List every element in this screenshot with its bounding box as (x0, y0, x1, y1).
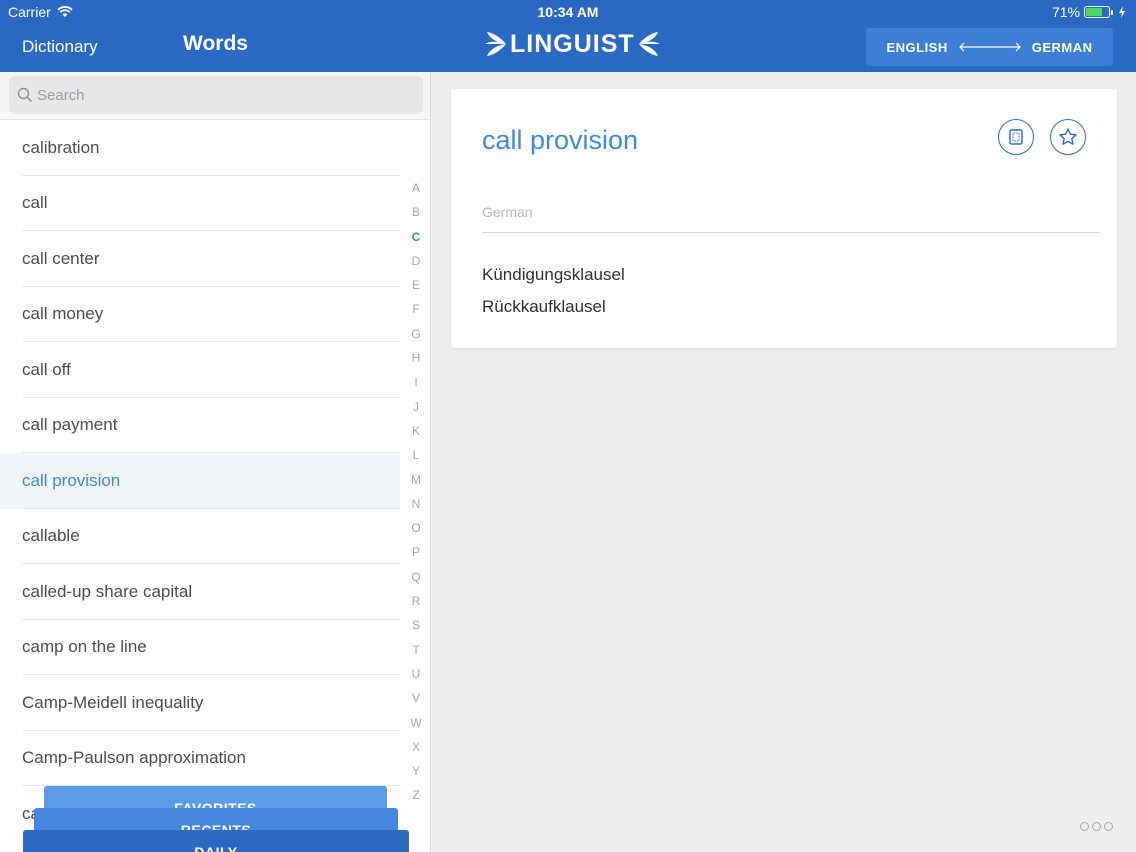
word-item[interactable]: called-up share capital (0, 564, 400, 620)
index-letter[interactable]: O (405, 516, 427, 540)
flashcard-icon (1009, 129, 1023, 145)
favorite-button[interactable] (1050, 119, 1086, 155)
index-letter[interactable]: Z (405, 783, 427, 807)
status-bar: Carrier 10:34 AM 71% (0, 0, 1136, 24)
app-header: Carrier 10:34 AM 71% Dictionary Words LI… (0, 0, 1136, 72)
flashcard-button[interactable] (998, 119, 1034, 155)
page-title: Words (183, 32, 248, 55)
tab-daily[interactable]: DAILY (23, 830, 409, 852)
word-item[interactable]: call payment (0, 398, 400, 454)
index-letter[interactable]: J (405, 395, 427, 419)
index-letter[interactable]: K (405, 419, 427, 443)
index-letter[interactable]: E (405, 273, 427, 297)
index-letter[interactable]: S (405, 613, 427, 637)
more-dot (1092, 822, 1101, 831)
target-language: GERMAN (1031, 39, 1093, 55)
translation-item: Kündigungsklausel (482, 265, 625, 284)
translation-item: Rückkaufklausel (482, 297, 606, 316)
word-item-selected[interactable]: call provision (0, 453, 400, 509)
word-item[interactable]: call money (0, 287, 400, 343)
leaf-left-icon (485, 32, 506, 56)
index-letter[interactable]: W (405, 711, 427, 735)
battery-icon (1084, 6, 1113, 18)
index-letter-active[interactable]: C (405, 225, 427, 249)
index-letter[interactable]: U (405, 662, 427, 686)
linguist-logo: LINGUIST (484, 26, 661, 62)
dictionary-button[interactable]: Dictionary (22, 37, 98, 57)
battery-percent: 71% (1051, 4, 1080, 20)
index-letter[interactable]: H (405, 346, 427, 370)
index-letter[interactable]: I (405, 370, 427, 394)
index-letter[interactable]: R (405, 589, 427, 613)
index-letter[interactable]: D (405, 249, 427, 273)
search-box[interactable] (9, 76, 423, 114)
language-switch-button[interactable]: ENGLISH GERMAN (866, 28, 1113, 66)
index-letter[interactable]: P (405, 540, 427, 564)
more-icon[interactable] (1080, 822, 1113, 831)
leaf-right-icon (638, 32, 660, 56)
index-letter[interactable]: Y (405, 759, 427, 783)
charging-icon (1119, 6, 1125, 18)
word-item[interactable]: Camp-Meidell inequality (0, 675, 400, 731)
more-dot (1104, 822, 1113, 831)
index-letter[interactable]: X (405, 735, 427, 759)
word-list-panel: calibration call call center call money … (0, 72, 431, 852)
index-letter[interactable]: N (405, 492, 427, 516)
word-detail-card: call provision German Kündigungsklausel … (451, 89, 1117, 348)
word-item[interactable]: camp on the line (0, 620, 400, 676)
index-letter[interactable]: G (405, 322, 427, 346)
index-letter[interactable]: M (405, 468, 427, 492)
word-item[interactable]: call off (0, 342, 400, 398)
source-language: ENGLISH (886, 39, 948, 55)
translation-language-label: German (482, 204, 533, 220)
search-bar (0, 72, 430, 120)
battery-status: 71% (1052, 4, 1126, 20)
word-item[interactable]: call center (0, 231, 400, 287)
index-letter[interactable]: V (405, 686, 427, 710)
logo-text: LINGUIST (510, 29, 635, 58)
index-letter[interactable]: Q (405, 565, 427, 589)
word-item[interactable]: Camp-Paulson approximation (0, 731, 400, 787)
divider (482, 232, 1100, 233)
word-item[interactable]: callable (0, 509, 400, 565)
status-time: 10:34 AM (537, 4, 599, 20)
entry-title: call provision (482, 125, 639, 155)
word-item[interactable]: calibration (0, 120, 400, 176)
star-icon (1059, 128, 1077, 145)
search-icon (17, 87, 33, 103)
index-letter[interactable]: T (405, 638, 427, 662)
word-item[interactable]: call (0, 176, 400, 232)
search-input[interactable] (37, 86, 397, 104)
index-letter[interactable]: A (405, 176, 427, 200)
index-letter[interactable]: F (405, 297, 427, 321)
word-list: calibration call call center call money … (0, 120, 400, 842)
swap-arrow-icon (958, 42, 1021, 52)
more-dot (1080, 822, 1089, 831)
alphabet-index[interactable]: A B C D E F G H I J K L M N O P Q R S T … (405, 176, 427, 808)
index-letter[interactable]: B (405, 200, 427, 224)
index-letter[interactable]: L (405, 443, 427, 467)
